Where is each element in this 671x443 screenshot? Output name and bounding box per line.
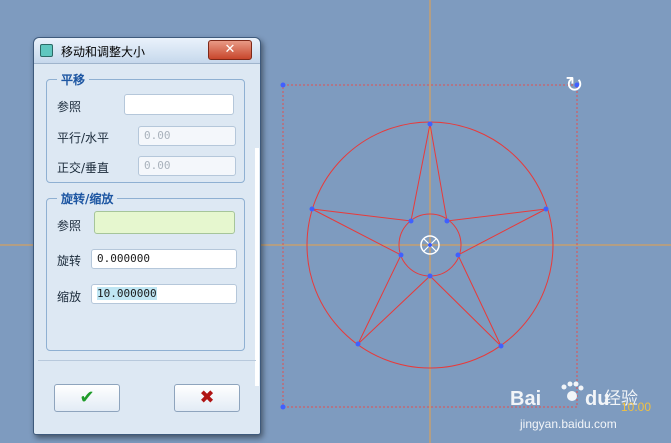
move-group-title: 平移 [57, 71, 90, 88]
vertex [355, 341, 361, 347]
vertex [398, 252, 404, 258]
rotate-reference-label: 参照 [57, 219, 82, 233]
star-outline[interactable] [311, 123, 547, 347]
vertex [498, 343, 504, 349]
ok-button[interactable]: ✔ [54, 384, 120, 412]
vertex [455, 252, 461, 258]
vertical-label: 正交/垂直 [57, 161, 110, 175]
scale-field[interactable]: 10.000000 [91, 284, 237, 304]
vertical-field[interactable]: 0.00 [138, 156, 236, 176]
cancel-button[interactable]: ✖ [174, 384, 240, 412]
horizontal-label: 平行/水平 [57, 131, 110, 145]
vertex [427, 121, 433, 127]
rotate-reference-field[interactable] [94, 211, 235, 234]
scale-field-value: 10.000000 [97, 287, 157, 300]
button-separator [38, 360, 256, 361]
move-resize-dialog: 移动和调整大小 ✕ 平移 参照 平行/水平 0.00 正交/垂直 0.00 旋转… [33, 37, 261, 435]
dialog-titlebar[interactable]: 移动和调整大小 ✕ [34, 38, 260, 64]
rotate-handle-icon[interactable]: ↻ [565, 73, 583, 98]
dialog-title: 移动和调整大小 [61, 45, 146, 59]
vertex [427, 273, 433, 279]
paw-logo-icon [561, 381, 584, 401]
move-reference-label: 参照 [57, 100, 82, 114]
rotate-scale-group-title: 旋转/缩放 [57, 190, 118, 207]
bbox-handle-top-left[interactable] [280, 82, 286, 88]
svg-text:Bai: Bai [510, 388, 541, 410]
vertex [444, 218, 450, 224]
move-reference-field[interactable] [124, 94, 234, 115]
svg-text:jingyan.baidu.com: jingyan.baidu.com [519, 417, 617, 431]
baidu-watermark: Bai du 经验 jingyan.baidu.com [510, 381, 638, 431]
scale-label: 缩放 [57, 290, 82, 304]
close-button[interactable]: ✕ [208, 40, 252, 60]
vertex [309, 206, 315, 212]
horizontal-field[interactable]: 0.00 [138, 126, 236, 146]
window-icon [40, 44, 53, 57]
bbox-handle-bottom-left[interactable] [280, 404, 286, 410]
rotate-field[interactable]: 0.000000 [91, 249, 237, 269]
vertex [408, 218, 414, 224]
rotate-label: 旋转 [57, 254, 82, 268]
scale-readout: 10.00 [621, 400, 651, 414]
scrollbar[interactable] [255, 148, 259, 386]
vertex [543, 206, 549, 212]
